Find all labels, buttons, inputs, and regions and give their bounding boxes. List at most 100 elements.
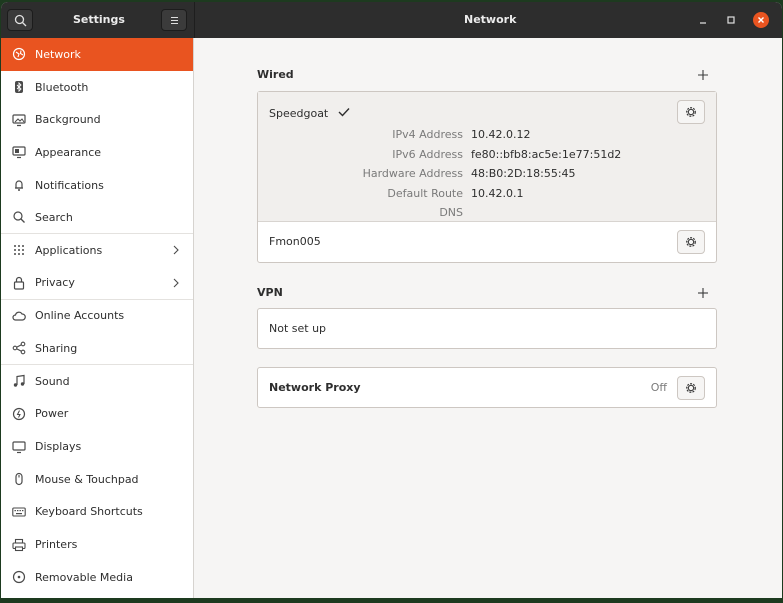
sidebar-item-label: Notifications [35, 178, 104, 192]
close-icon [758, 17, 764, 23]
detail-key: IPv4 Address [392, 128, 463, 141]
minimize-button[interactable] [695, 12, 711, 28]
sidebar-item-label: Network [35, 47, 81, 61]
sidebar-item-sound[interactable]: Sound [1, 365, 193, 398]
gear-icon [686, 237, 696, 247]
maximize-icon [727, 16, 735, 24]
sidebar-item-label: Appearance [35, 145, 102, 159]
appearance-icon [12, 145, 26, 159]
sidebar-item-search[interactable]: Search [1, 201, 193, 235]
settings-window: Settings Network Network Bluetooth Backg… [1, 2, 782, 598]
sidebar-item-label: Online Accounts [35, 309, 125, 323]
sidebar-item-appearance[interactable]: Appearance [1, 136, 193, 169]
search-icon [12, 210, 26, 224]
hamburger-icon [171, 16, 178, 25]
sidebar-item-removable-media[interactable]: Removable Media [1, 561, 193, 594]
mouse-icon [12, 472, 26, 486]
sidebar-item-label: Privacy [35, 276, 75, 290]
checkmark-icon [338, 108, 350, 117]
power-icon [12, 407, 26, 421]
vpn-section-title: VPN [257, 286, 283, 299]
gear-icon [686, 383, 696, 393]
printer-icon [12, 538, 26, 552]
detail-row-hardware: Hardware Address 48:B0:2D:18:55:45 [258, 167, 716, 186]
connection-row-speedgoat[interactable]: Speedgoat IPv4 Address 10.42.0.12 IPv6 A… [258, 92, 716, 222]
search-button[interactable] [7, 9, 33, 31]
wired-connections-list: Speedgoat IPv4 Address 10.42.0.12 IPv6 A… [257, 91, 717, 263]
sidebar-item-label: Search [35, 210, 73, 224]
vpn-status: Not set up [269, 322, 327, 335]
sidebar-item-background[interactable]: Background [1, 103, 193, 136]
speedgoat-settings-button[interactable] [677, 100, 705, 124]
detail-key: Hardware Address [362, 167, 463, 180]
sidebar-item-applications[interactable]: Applications [1, 234, 193, 267]
background-icon [12, 113, 26, 127]
connection-name: Speedgoat [269, 107, 329, 120]
add-wired-button[interactable] [697, 69, 709, 81]
sidebar-title: Settings [73, 13, 125, 26]
sidebar-item-label: Mouse & Touchpad [35, 472, 139, 486]
network-icon [12, 47, 26, 61]
bluetooth-icon [12, 80, 26, 94]
minimize-icon [700, 22, 706, 24]
detail-row-ipv6: IPv6 Address fe80::bfb8:ac5e:1e77:51d2 [258, 148, 716, 167]
cloud-icon [12, 309, 26, 323]
detail-key: IPv6 Address [392, 148, 463, 161]
share-icon [12, 341, 26, 355]
network-proxy-row[interactable]: Network Proxy Off [257, 367, 717, 408]
chevron-right-icon [173, 278, 179, 288]
sidebar: Network Bluetooth Background Appearance … [1, 38, 194, 598]
sidebar-item-sharing[interactable]: Sharing [1, 332, 193, 365]
detail-value: 48:B0:2D:18:55:45 [471, 167, 576, 180]
sidebar-item-label: Power [35, 407, 69, 421]
add-vpn-button[interactable] [697, 287, 709, 299]
sidebar-item-mouse-touchpad[interactable]: Mouse & Touchpad [1, 463, 193, 496]
sidebar-item-bluetooth[interactable]: Bluetooth [1, 71, 193, 104]
music-note-icon [12, 374, 26, 388]
menu-button[interactable] [161, 9, 187, 31]
header-bar: Settings Network [1, 2, 782, 38]
sidebar-item-notifications[interactable]: Notifications [1, 169, 193, 202]
page-title: Network [464, 13, 517, 26]
sidebar-item-label: Sharing [35, 341, 78, 355]
sidebar-item-label: Sound [35, 374, 70, 388]
fmon005-settings-button[interactable] [677, 230, 705, 254]
sidebar-item-network[interactable]: Network [1, 38, 193, 71]
detail-value: 10.42.0.1 [471, 187, 524, 200]
detail-value: fe80::bfb8:ac5e:1e77:51d2 [471, 148, 622, 161]
sidebar-item-label: Applications [35, 243, 103, 257]
display-icon [12, 440, 26, 454]
sidebar-item-label: Displays [35, 440, 82, 454]
bell-icon [12, 178, 26, 192]
sidebar-item-label: Keyboard Shortcuts [35, 505, 143, 519]
sidebar-item-keyboard-shortcuts[interactable]: Keyboard Shortcuts [1, 496, 193, 529]
gear-icon [686, 107, 696, 117]
sidebar-item-label: Background [35, 113, 101, 127]
removable-media-icon [12, 570, 26, 584]
sidebar-item-online-accounts[interactable]: Online Accounts [1, 300, 193, 333]
connection-row-fmon005[interactable]: Fmon005 [258, 222, 716, 262]
maximize-button[interactable] [723, 12, 739, 28]
close-button[interactable] [753, 12, 769, 28]
sidebar-item-displays[interactable]: Displays [1, 430, 193, 463]
network-proxy-status: Off [650, 381, 667, 394]
connection-name: Fmon005 [269, 235, 321, 248]
sidebar-item-label: Printers [35, 538, 78, 552]
detail-row-route: Default Route 10.42.0.1 [258, 187, 716, 206]
network-panel: Wired Speedgoat IPv4 Address 10.42.0.12 … [194, 38, 782, 598]
detail-key: DNS [439, 206, 463, 219]
sidebar-item-privacy[interactable]: Privacy [1, 267, 193, 300]
sidebar-item-printers[interactable]: Printers [1, 528, 193, 561]
detail-key: Default Route [387, 187, 463, 200]
sidebar-item-label: Bluetooth [35, 80, 89, 94]
keyboard-icon [12, 505, 26, 519]
detail-row-ipv4: IPv4 Address 10.42.0.12 [258, 128, 716, 147]
sidebar-item-power[interactable]: Power [1, 398, 193, 431]
apps-grid-icon [12, 243, 26, 257]
vpn-list: Not set up [257, 308, 717, 349]
proxy-settings-button[interactable] [677, 376, 705, 400]
lock-icon [12, 276, 26, 290]
detail-value: 10.42.0.12 [471, 128, 531, 141]
search-icon [14, 14, 27, 27]
chevron-right-icon [173, 245, 179, 255]
